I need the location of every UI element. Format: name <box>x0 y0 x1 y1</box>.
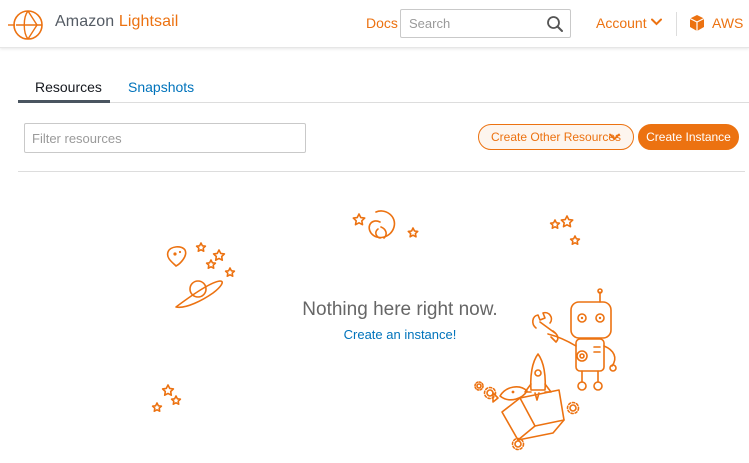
create-instance-link[interactable]: Create an instance! <box>300 327 500 342</box>
aws-box-icon <box>689 15 705 31</box>
account-menu[interactable]: Account <box>596 15 647 31</box>
brand-name[interactable]: Amazon Lightsail <box>55 13 178 31</box>
content-divider <box>18 171 745 172</box>
chevron-down-icon[interactable] <box>651 18 662 26</box>
tab-resources[interactable]: Resources <box>35 79 102 95</box>
empty-state-illustration <box>151 210 617 451</box>
search-icon[interactable] <box>546 15 564 33</box>
aws-menu[interactable]: AWS <box>712 15 743 31</box>
search-box <box>400 9 571 38</box>
empty-state-title: Nothing here right now. <box>302 299 498 320</box>
active-tab-indicator <box>18 100 110 103</box>
brand-prefix: Amazon <box>55 13 115 30</box>
brand-product: Lightsail <box>118 13 179 30</box>
meteor-icon <box>166 246 187 267</box>
create-other-resources-button[interactable]: Create Other Resources <box>478 124 634 150</box>
book-icon <box>501 389 565 441</box>
search-input[interactable] <box>401 10 536 37</box>
docs-link[interactable]: Docs <box>366 15 398 31</box>
rocket-icon <box>524 353 552 401</box>
galaxy-icon <box>368 210 396 239</box>
lightsail-logo-icon[interactable] <box>6 7 46 43</box>
tabs-divider <box>18 102 749 103</box>
top-navigation-bar: Amazon Lightsail Docs Account AWS <box>0 0 749 48</box>
tab-snapshots[interactable]: Snapshots <box>128 79 194 95</box>
filter-resources-input[interactable] <box>25 124 305 152</box>
create-instance-button[interactable]: Create Instance <box>638 124 739 150</box>
header-divider <box>676 12 677 36</box>
fish-icon <box>492 386 528 403</box>
filter-box <box>24 123 306 153</box>
gear-icons <box>474 381 580 451</box>
